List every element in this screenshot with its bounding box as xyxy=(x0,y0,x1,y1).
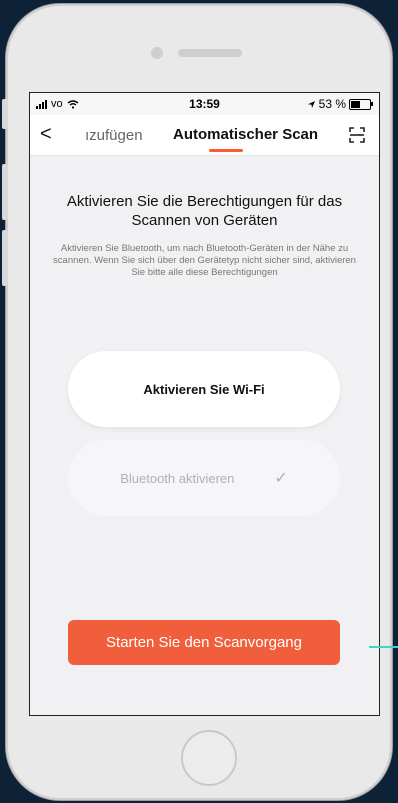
enable-bluetooth-button[interactable]: Bluetooth aktivieren ✓ xyxy=(68,440,340,516)
mute-switch xyxy=(2,99,8,129)
screen: vo 13:59 53 % < ızufügen Automatischer S… xyxy=(29,92,380,716)
back-button[interactable]: < xyxy=(40,123,52,146)
location-arrow-icon xyxy=(307,100,315,108)
battery-percent: 53 % xyxy=(318,97,346,111)
enable-wifi-button[interactable]: Aktivieren Sie Wi-Fi xyxy=(68,351,340,427)
permission-description: Aktivieren Sie Bluetooth, um nach Blueto… xyxy=(53,243,356,278)
qr-scan-icon[interactable] xyxy=(349,127,365,143)
volume-up-button xyxy=(2,164,8,220)
page-title: Aktivieren Sie die Berechtigungen für da… xyxy=(66,193,343,229)
checkmark-icon: ✓ xyxy=(274,470,288,487)
enable-bluetooth-label: Bluetooth aktivieren xyxy=(120,470,235,486)
status-right: 53 % xyxy=(307,97,373,111)
front-camera xyxy=(151,47,163,59)
tab-automatic-scan[interactable]: Automatischer Scan xyxy=(173,126,318,143)
annotation-connector-line xyxy=(369,646,398,648)
battery-icon xyxy=(349,98,373,110)
start-scan-label: Starten Sie den Scanvorgang xyxy=(106,634,302,651)
permissions-panel: Aktivieren Sie die Berechtigungen für da… xyxy=(30,156,379,715)
start-scan-button[interactable]: Starten Sie den Scanvorgang xyxy=(68,620,340,665)
tab-manual-add[interactable]: ızufügen xyxy=(85,127,143,144)
status-bar: vo 13:59 53 % xyxy=(30,93,379,115)
active-tab-indicator xyxy=(209,149,243,152)
volume-down-button xyxy=(2,230,8,286)
enable-wifi-label: Aktivieren Sie Wi-Fi xyxy=(143,381,265,397)
home-button[interactable] xyxy=(181,730,237,786)
earpiece-speaker xyxy=(178,49,242,57)
top-navigation: < ızufügen Automatischer Scan xyxy=(30,115,379,156)
